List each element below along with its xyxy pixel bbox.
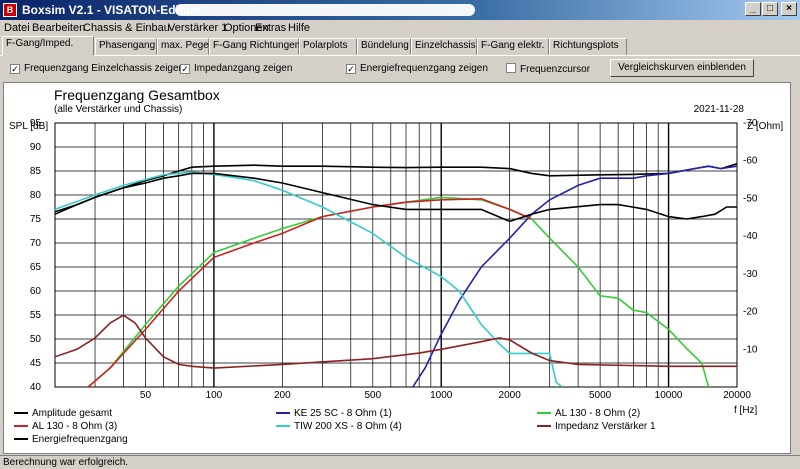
checkbox-einzelchassis[interactable]: ✓ Frequenzgang Einzelchassis zeigen: [10, 63, 184, 74]
tab-fgang-elektr[interactable]: F-Gang elektr.: [477, 38, 549, 55]
menu-chassis[interactable]: Chassis & Einbau: [83, 22, 170, 34]
x-tick-label: 20000: [723, 390, 751, 401]
x-tick-label: 10000: [655, 390, 683, 401]
y-tick-label: 80: [30, 190, 42, 201]
checkbox-mark: [506, 63, 516, 73]
menu-extras[interactable]: Extras: [255, 22, 286, 34]
chart-title: Frequenzgang Gesamtbox: [54, 87, 220, 103]
tab-buendelung[interactable]: Bündelung: [357, 38, 411, 55]
tab-fgang-imped[interactable]: F-Gang/Imped.: [2, 36, 94, 56]
legend-label: AL 130 - 8 Ohm (2): [555, 408, 640, 419]
compare-curves-button[interactable]: Vergleichskurven einblenden: [610, 59, 754, 77]
chart-date: 2021-11-28: [694, 104, 745, 115]
close-button[interactable]: ×: [781, 2, 797, 16]
y-tick-label: 60: [30, 286, 42, 297]
y2-tick-label: -60: [743, 156, 758, 167]
checkbox-mark: ✓: [180, 64, 190, 74]
y2-tick-label: -40: [743, 231, 758, 242]
checkbox-label: Energiefrequenzgang zeigen: [360, 63, 488, 74]
menu-bearbeiten[interactable]: Bearbeiten: [32, 22, 85, 34]
checkbox-energie[interactable]: ✓ Energiefrequenzgang zeigen: [346, 63, 488, 74]
legend-label: KE 25 SC - 8 Ohm (1): [294, 408, 392, 419]
x-tick-label: 1000: [430, 390, 453, 401]
plot-area: Frequenzgang Gesamtbox (alle Verstärker …: [3, 82, 791, 454]
legend-label: TIW 200 XS - 8 Ohm (4): [294, 421, 402, 432]
redacted-area: [175, 4, 475, 16]
y-axis-label: SPL [dB]: [9, 121, 48, 132]
y-tick-label: 90: [30, 142, 42, 153]
frequency-chart: Frequenzgang Gesamtbox (alle Verstärker …: [9, 87, 783, 445]
x-tick-label: 500: [364, 390, 381, 401]
x-tick-label: 5000: [589, 390, 612, 401]
grid: [54, 122, 738, 388]
y2-tick-label: -10: [743, 344, 758, 355]
checkbox-mark: ✓: [10, 64, 20, 74]
series-line: [55, 314, 737, 369]
legend-label: AL 130 - 8 Ohm (3): [32, 421, 117, 432]
tab-einzelchassis[interactable]: Einzelchassis: [411, 38, 477, 55]
y2-tick-label: -50: [743, 193, 758, 204]
legend-label: Energiefrequenzgang: [32, 434, 128, 445]
y-tick-label: 75: [30, 214, 42, 225]
minimize-button[interactable]: _: [745, 2, 761, 16]
status-bar: Berechnung war erfolgreich.: [0, 455, 800, 469]
y2-tick-label: -30: [743, 269, 758, 280]
title-bar[interactable]: B Boxsim V2.1 - VISATON-Edition _ □ ×: [0, 0, 800, 20]
checkbox-frequenzcursor[interactable]: Frequenzcursor: [506, 63, 590, 75]
x-tick-label: 100: [206, 390, 223, 401]
legend-label: Impedanz Verstärker 1: [555, 421, 656, 432]
y-tick-label: 40: [30, 382, 42, 393]
y2-tick-label: -70: [743, 118, 758, 129]
checkbox-label: Frequenzgang Einzelchassis zeigen: [24, 63, 185, 74]
plot-frame: [54, 122, 738, 388]
checkbox-label: Impedanzgang zeigen: [194, 63, 293, 74]
checkbox-impedanz[interactable]: ✓ Impedanzgang zeigen: [180, 63, 292, 74]
tab-phasengang[interactable]: Phasengang: [95, 38, 157, 55]
y2-tick-label: -20: [743, 307, 758, 318]
y-tick-label: 55: [30, 310, 42, 321]
series-line: [87, 196, 710, 387]
x-tick-label: 2000: [499, 390, 522, 401]
tab-bar: F-Gang/Imped. Phasengang max. Pegel F-Ga…: [0, 36, 800, 56]
curves: [55, 163, 737, 387]
y-tick-label: 70: [30, 238, 42, 249]
maximize-button[interactable]: □: [762, 2, 778, 16]
x-tick-label: 200: [274, 390, 291, 401]
y-tick-label: 95: [30, 118, 42, 129]
menu-verstaerker[interactable]: Verstärker 1: [168, 22, 227, 34]
legend-label: Amplitude gesamt: [32, 408, 112, 419]
y-tick-label: 85: [30, 166, 42, 177]
menu-bar: Datei Bearbeiten Chassis & Einbau Verstä…: [0, 20, 800, 36]
menu-hilfe[interactable]: Hilfe: [288, 22, 310, 34]
y-tick-label: 65: [30, 262, 42, 273]
tab-max-pegel[interactable]: max. Pegel: [157, 38, 211, 55]
series-line: [55, 172, 737, 223]
app-window: B Boxsim V2.1 - VISATON-Edition _ □ × Da…: [0, 0, 800, 469]
legend: Amplitude gesamt KE 25 SC - 8 Ohm (1) AL 1…: [14, 408, 656, 445]
menu-datei[interactable]: Datei: [4, 22, 30, 34]
x-axis-label: f [Hz]: [734, 405, 758, 416]
y-tick-label: 50: [30, 334, 42, 345]
tick-labels: 50 100 200 500 1000 2000 5000 10000 20000 40 45 50 5…: [30, 118, 758, 401]
app-icon: B: [3, 3, 17, 17]
series-line: [55, 171, 563, 387]
checkbox-mark: ✓: [346, 64, 356, 74]
y-tick-label: 45: [30, 358, 42, 369]
x-tick-label: 50: [140, 390, 152, 401]
tab-fgang-richtungen[interactable]: F-Gang Richtungen: [209, 38, 300, 55]
checkbox-label: Frequenzcursor: [520, 64, 591, 75]
tab-richtungsplots[interactable]: Richtungsplots: [549, 38, 627, 55]
chart-subtitle: (alle Verstärker und Chassis): [54, 104, 182, 115]
tab-polarplots[interactable]: Polarplots: [299, 38, 357, 55]
